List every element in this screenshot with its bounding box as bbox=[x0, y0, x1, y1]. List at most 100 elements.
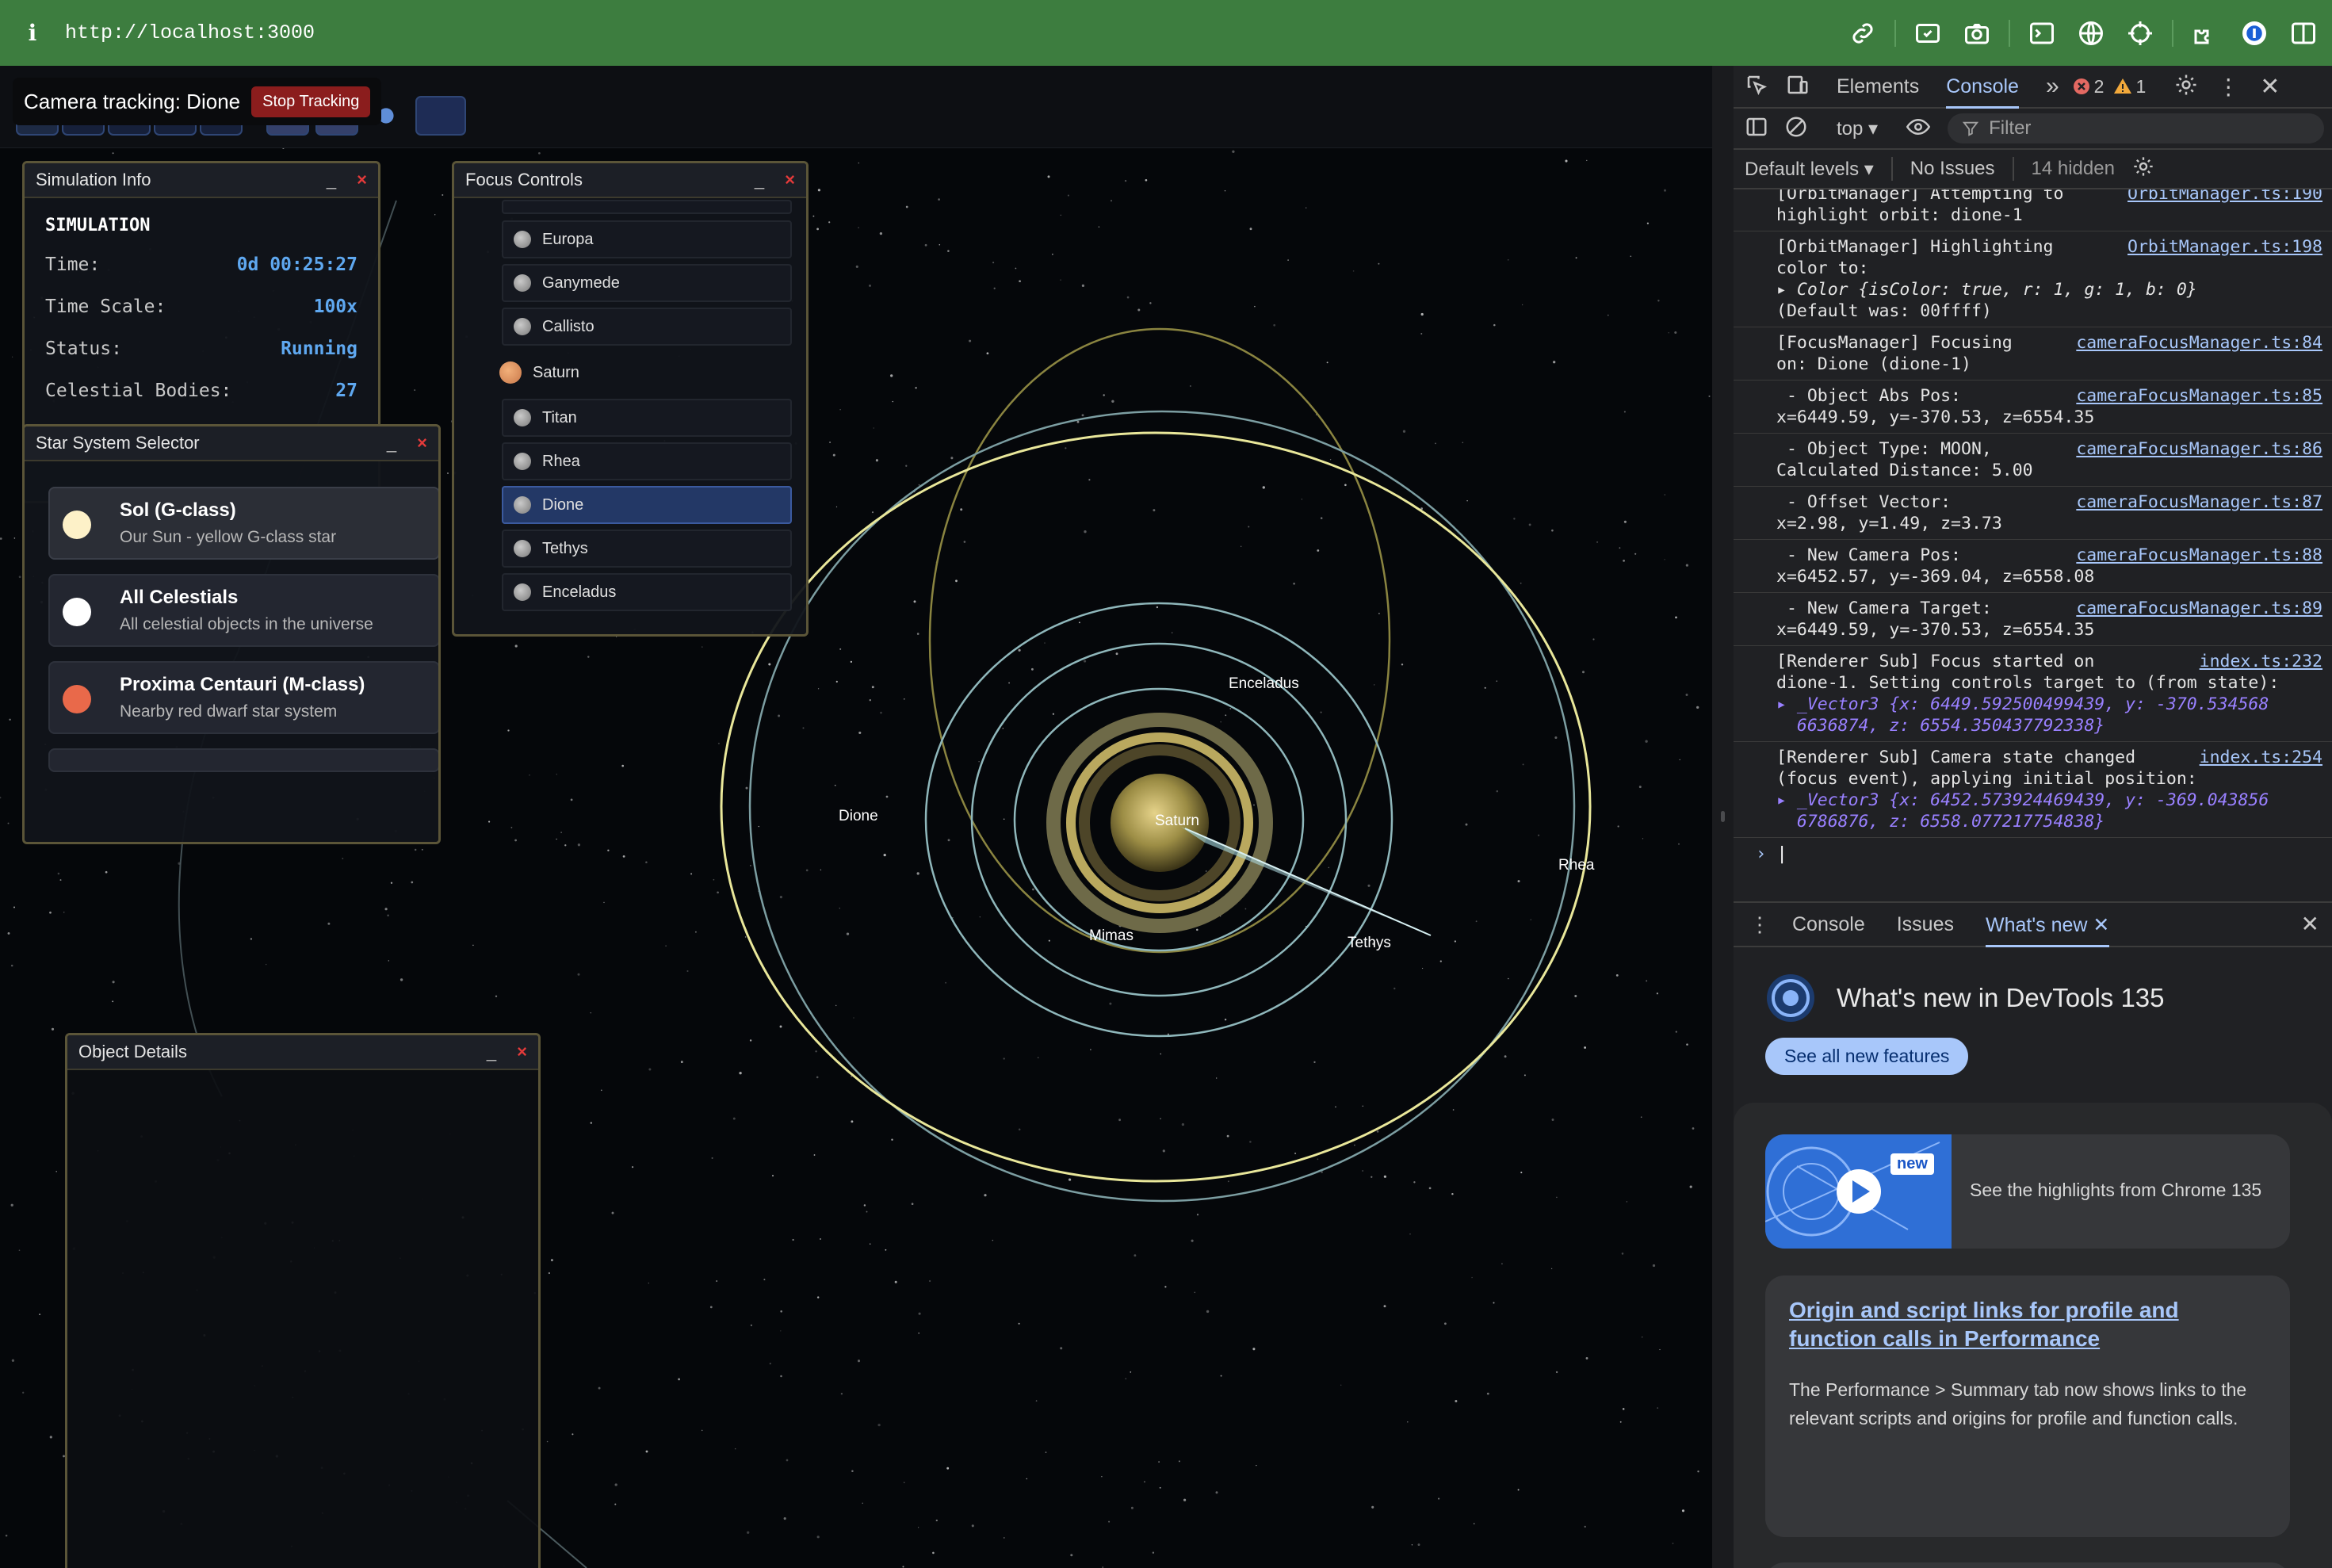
drawer-menu-icon[interactable]: ⋮ bbox=[1749, 912, 1770, 937]
sidebar-toggle-icon[interactable] bbox=[2286, 16, 2321, 51]
device-toggle-icon[interactable] bbox=[1786, 73, 1810, 101]
star-system-all-celestials[interactable]: All Celestials All celestial objects in … bbox=[48, 574, 438, 647]
focus-item-enceladus[interactable]: Enceladus bbox=[502, 573, 792, 611]
source-link[interactable]: cameraFocusManager.ts:87 bbox=[2076, 491, 2322, 513]
star-dot bbox=[434, 214, 436, 216]
console-settings-icon[interactable] bbox=[2132, 155, 2154, 183]
close-button[interactable]: × bbox=[785, 170, 795, 190]
label-rhea[interactable]: Rhea bbox=[1558, 857, 1594, 874]
minimize-button[interactable]: _ bbox=[755, 170, 764, 190]
log-entry: [OrbitManager] Highlighting color to: Orb… bbox=[1734, 231, 2332, 327]
star-system-sol[interactable]: Sol (G-class) Our Sun - yellow G-class s… bbox=[48, 487, 438, 560]
panel-header[interactable]: Focus Controls _ × bbox=[454, 163, 806, 198]
settings-gear-icon[interactable] bbox=[2174, 73, 2198, 101]
expandable-object[interactable]: ▸ Color {isColor: true, r: 1, g: 1, b: 0… bbox=[1776, 280, 2197, 300]
source-link[interactable]: cameraFocusManager.ts:85 bbox=[2076, 385, 2322, 407]
focus-item-europa[interactable]: Europa bbox=[502, 220, 792, 258]
orbit-toggle-button[interactable] bbox=[415, 96, 466, 136]
focus-item-tethys[interactable]: Tethys bbox=[502, 530, 792, 568]
warning-count-badge[interactable]: 1 bbox=[2113, 76, 2146, 98]
star-description: Our Sun - yellow G-class star bbox=[120, 528, 337, 546]
star-dot bbox=[632, 1166, 634, 1168]
see-all-features-button[interactable]: See all new features bbox=[1765, 1038, 1969, 1075]
close-button[interactable]: × bbox=[417, 433, 427, 453]
label-enceladus[interactable]: Enceladus bbox=[1229, 675, 1299, 693]
stop-tracking-button[interactable]: Stop Tracking bbox=[251, 86, 371, 117]
error-count-badge[interactable]: 2 bbox=[2072, 76, 2104, 98]
expandable-object[interactable]: ▸ _Vector3 {x: 6452.573924469439, y: -36… bbox=[1776, 790, 2269, 832]
highlights-card[interactable]: new See the highlights from Chrome 135 bbox=[1765, 1134, 2290, 1249]
star-dot bbox=[1035, 1400, 1038, 1402]
close-button[interactable]: × bbox=[357, 170, 367, 190]
drawer-tab-issues[interactable]: Issues bbox=[1897, 913, 1954, 936]
star-dot bbox=[890, 374, 893, 377]
terminal-icon[interactable] bbox=[2024, 16, 2059, 51]
issues-link[interactable]: No Issues bbox=[1910, 158, 1995, 180]
panel-header[interactable]: Object Details _ × bbox=[67, 1035, 538, 1070]
tab-elements[interactable]: Elements bbox=[1837, 75, 1919, 98]
eye-icon[interactable] bbox=[1905, 115, 1932, 143]
camera-tracking-banner: Camera tracking: Dione Stop Tracking bbox=[13, 78, 382, 125]
devtools-resize-handle[interactable] bbox=[1712, 66, 1734, 1568]
source-link[interactable]: cameraFocusManager.ts:89 bbox=[2076, 598, 2322, 619]
minimize-button[interactable]: _ bbox=[327, 170, 336, 190]
panel-header[interactable]: Star System Selector _ × bbox=[25, 426, 438, 461]
focus-item-saturn[interactable]: Saturn bbox=[487, 354, 792, 392]
simulation-viewport[interactable]: Saturn Enceladus Dione Rhea Mimas Tethys… bbox=[0, 66, 1712, 1568]
star-dot bbox=[495, 995, 498, 998]
screenshot-icon[interactable] bbox=[1910, 16, 1945, 51]
focus-item-callisto[interactable]: Callisto bbox=[502, 308, 792, 346]
expandable-object[interactable]: ▸ _Vector3 {x: 6449.592500499439, y: -37… bbox=[1776, 694, 2269, 736]
source-link[interactable]: cameraFocusManager.ts:88 bbox=[2076, 545, 2322, 566]
tab-console[interactable]: Console bbox=[1946, 75, 2019, 109]
log-levels-select[interactable]: Default levels ▾ bbox=[1745, 158, 1874, 181]
star-dot bbox=[1520, 582, 1522, 584]
close-drawer-icon[interactable]: ✕ bbox=[2301, 911, 2319, 937]
more-options-icon[interactable]: ⋮ bbox=[1704, 96, 1712, 122]
camera-icon[interactable] bbox=[1959, 16, 1994, 51]
feature-title-link[interactable]: Origin and script links for profile and … bbox=[1789, 1296, 2266, 1353]
extensions-icon[interactable] bbox=[2188, 16, 2223, 51]
drawer-tab-console[interactable]: Console bbox=[1792, 913, 1865, 936]
source-link[interactable]: cameraFocusManager.ts:84 bbox=[2076, 332, 2322, 354]
context-select[interactable]: top ▾ bbox=[1837, 117, 1878, 140]
label-saturn[interactable]: Saturn bbox=[1155, 813, 1199, 830]
globe-icon[interactable] bbox=[2074, 16, 2108, 51]
source-link[interactable]: OrbitManager.ts:198 bbox=[2127, 236, 2322, 258]
star-dot bbox=[1417, 1543, 1420, 1547]
star-dot bbox=[1118, 1119, 1122, 1122]
close-button[interactable]: × bbox=[517, 1042, 527, 1062]
password-manager-icon[interactable] bbox=[2237, 16, 2272, 51]
more-tabs-icon[interactable]: » bbox=[2046, 73, 2059, 100]
source-link[interactable]: index.ts:232 bbox=[2200, 651, 2322, 672]
url-text[interactable]: http://localhost:3000 bbox=[65, 21, 315, 44]
minimize-button[interactable]: _ bbox=[487, 1042, 496, 1062]
focus-item-dione[interactable]: Dione bbox=[502, 486, 792, 524]
crosshair-icon[interactable] bbox=[2123, 16, 2158, 51]
star-system-proxima[interactable]: Proxima Centauri (M-class) Nearby red dw… bbox=[48, 661, 438, 734]
source-link[interactable]: index.ts:254 bbox=[2200, 747, 2322, 768]
label-tethys[interactable]: Tethys bbox=[1348, 935, 1391, 952]
focus-item-titan[interactable]: Titan bbox=[502, 399, 792, 437]
source-link[interactable]: cameraFocusManager.ts:86 bbox=[2076, 438, 2322, 460]
filter-input[interactable]: Filter bbox=[1948, 113, 2324, 143]
star-system-item-partial[interactable] bbox=[48, 748, 438, 772]
label-mimas[interactable]: Mimas bbox=[1089, 927, 1134, 945]
clear-console-icon[interactable] bbox=[1784, 115, 1808, 143]
site-info-icon[interactable]: i bbox=[0, 20, 65, 46]
focus-item-ganymede[interactable]: Ganymede bbox=[502, 264, 792, 302]
star-dot bbox=[686, 969, 689, 973]
panel-header[interactable]: Simulation Info _ × bbox=[25, 163, 378, 198]
close-devtools-icon[interactable]: ✕ bbox=[2260, 73, 2280, 101]
label-dione[interactable]: Dione bbox=[839, 808, 878, 825]
kebab-menu-icon[interactable]: ⋮ bbox=[2217, 74, 2239, 100]
link-icon[interactable] bbox=[1845, 16, 1880, 51]
focus-item-rhea[interactable]: Rhea bbox=[502, 442, 792, 480]
focus-item-partial[interactable] bbox=[502, 200, 792, 214]
console-prompt[interactable]: › | bbox=[1734, 838, 2332, 864]
source-link[interactable]: OrbitManager.ts:190 bbox=[2127, 189, 2322, 205]
drawer-tab-whats-new[interactable]: What's new ✕ bbox=[1986, 913, 2110, 947]
minimize-button[interactable]: _ bbox=[387, 433, 396, 453]
sidebar-toggle-icon[interactable] bbox=[1745, 115, 1768, 143]
inspect-element-icon[interactable] bbox=[1745, 73, 1768, 101]
